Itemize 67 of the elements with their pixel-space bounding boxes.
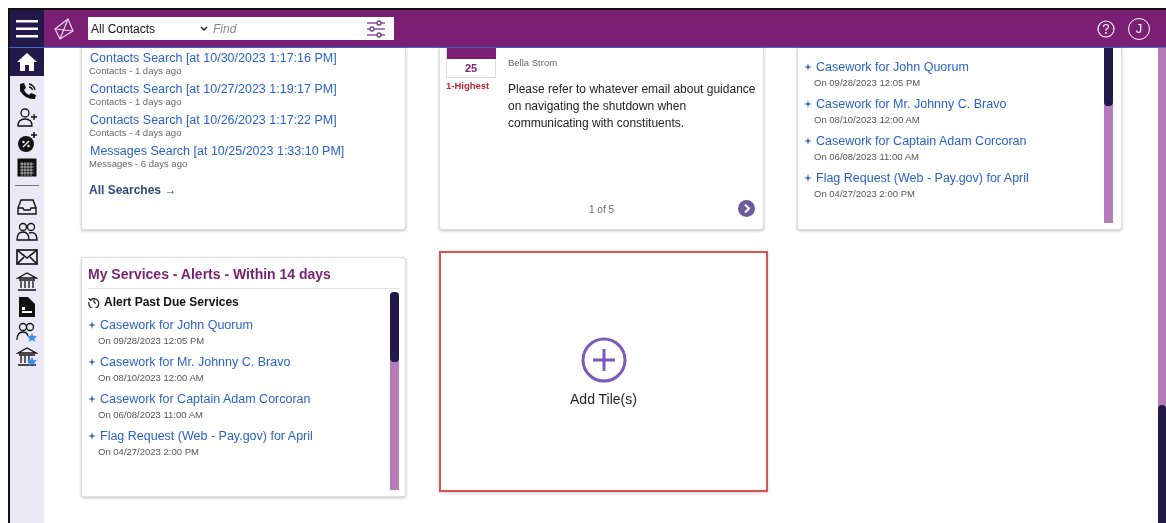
all-searches-link[interactable]: All Searches →	[89, 183, 177, 197]
saved-search-meta: Messages - 6 days ago	[89, 158, 189, 169]
alert-date: On 09/28/2023 12:05 PM	[98, 335, 206, 346]
sparkle-icon	[804, 173, 812, 183]
people-star-icon	[16, 320, 38, 343]
alert-link[interactable]: Casework for Captain Adam Corcoran	[816, 134, 1027, 148]
menu-button[interactable]	[10, 10, 44, 47]
saved-search-link[interactable]: Contacts Search [at 10/30/2023 1:17:16 PM]	[90, 51, 405, 65]
sparkle-icon	[88, 357, 96, 367]
alert-date: On 09/28/2023 12:05 PM	[814, 77, 922, 88]
date-day: 25	[464, 59, 478, 77]
chevron-down-icon	[200, 25, 208, 32]
calendar-icon	[16, 155, 38, 178]
person-plus-icon	[16, 105, 38, 128]
saved-search-link[interactable]: Messages Search [at 10/25/2023 1:33:10 PM]	[90, 144, 405, 158]
sparkle-icon	[804, 99, 812, 109]
bank-icon	[16, 270, 38, 293]
scrollbar-track[interactable]	[1104, 48, 1113, 223]
page-scrollbar-thumb[interactable]	[1158, 405, 1166, 523]
filter-sliders-icon[interactable]	[366, 19, 386, 38]
scrollbar-thumb[interactable]	[390, 292, 399, 362]
section-heading: Alert Past Due Services	[104, 295, 239, 309]
scope-select[interactable]: All Contacts	[91, 21, 195, 36]
sidebar-item[interactable]	[10, 48, 44, 76]
saved-search-link[interactable]: Contacts Search [at 10/27/2023 1:19:17 PM]	[90, 82, 405, 96]
document-icon	[16, 295, 38, 318]
alert-date: On 08/10/2023 12:00 AM	[98, 372, 205, 383]
alert-link[interactable]: Flag Request (Web - Pay.gov) for April	[816, 171, 1029, 185]
search-field[interactable]: All Contacts Find	[88, 17, 394, 40]
help-icon[interactable]	[1097, 19, 1115, 38]
scrollbar-thumb[interactable]	[1104, 48, 1113, 106]
alert-date: On 04/27/2023 2:00 PM	[814, 188, 916, 199]
alert-date: On 06/08/2023 11:00 AM	[98, 409, 204, 420]
scrollbar-track[interactable]	[390, 292, 399, 490]
home-icon	[16, 51, 38, 73]
announcement-text: Please refer to whatever email about guidance on navigating the shutdown when communicating with constituents.	[508, 81, 757, 132]
badge-plus-icon	[16, 130, 38, 153]
alert-link[interactable]: Flag Request (Web - Pay.gov) for April	[100, 429, 313, 443]
sparkle-icon	[88, 320, 96, 330]
menu-icon	[16, 19, 38, 38]
sparkle-icon	[88, 431, 96, 441]
alert-link[interactable]: Casework for John Quorum	[100, 318, 253, 332]
plus-circle-icon	[580, 336, 627, 383]
history-icon	[88, 296, 100, 308]
saved-search-meta: Contacts - 1 days ago	[89, 65, 183, 76]
priority-label: 1-Highest	[446, 80, 490, 91]
alert-date: On 04/27/2023 2:00 PM	[98, 446, 200, 457]
saved-search-link[interactable]: Contacts Search [at 10/26/2023 1:17:22 PM]	[90, 113, 405, 127]
add-tile-button[interactable]: Add Tile(s)	[439, 251, 768, 492]
bank-star-icon	[16, 345, 38, 368]
alert-link[interactable]: Casework for Captain Adam Corcoran	[100, 392, 311, 406]
pager-text: 1 of 5	[589, 204, 614, 215]
alert-link[interactable]: Casework for John Quorum	[816, 60, 969, 74]
sparkle-icon	[804, 136, 812, 146]
sparkle-icon	[804, 62, 812, 72]
alert-link[interactable]: Casework for Mr. Johnny C. Bravo	[100, 355, 291, 369]
page-scrollbar[interactable]	[1158, 48, 1166, 523]
logo-icon	[52, 16, 76, 41]
alert-link[interactable]: Casework for Mr. Johnny C. Bravo	[816, 97, 1007, 111]
saved-search-meta: Contacts - 1 days ago	[89, 96, 183, 107]
author-name: Bella Strom	[508, 57, 558, 68]
card-title: My Services - Alerts - Within 14 days	[88, 258, 399, 289]
people-icon	[16, 220, 38, 243]
alert-date: On 08/10/2023 12:00 AM	[814, 114, 921, 125]
sparkle-icon	[88, 394, 96, 404]
alert-date: On 06/08/2023 11:00 AM	[814, 151, 920, 162]
saved-search-meta: Contacts - 4 days ago	[89, 127, 183, 138]
